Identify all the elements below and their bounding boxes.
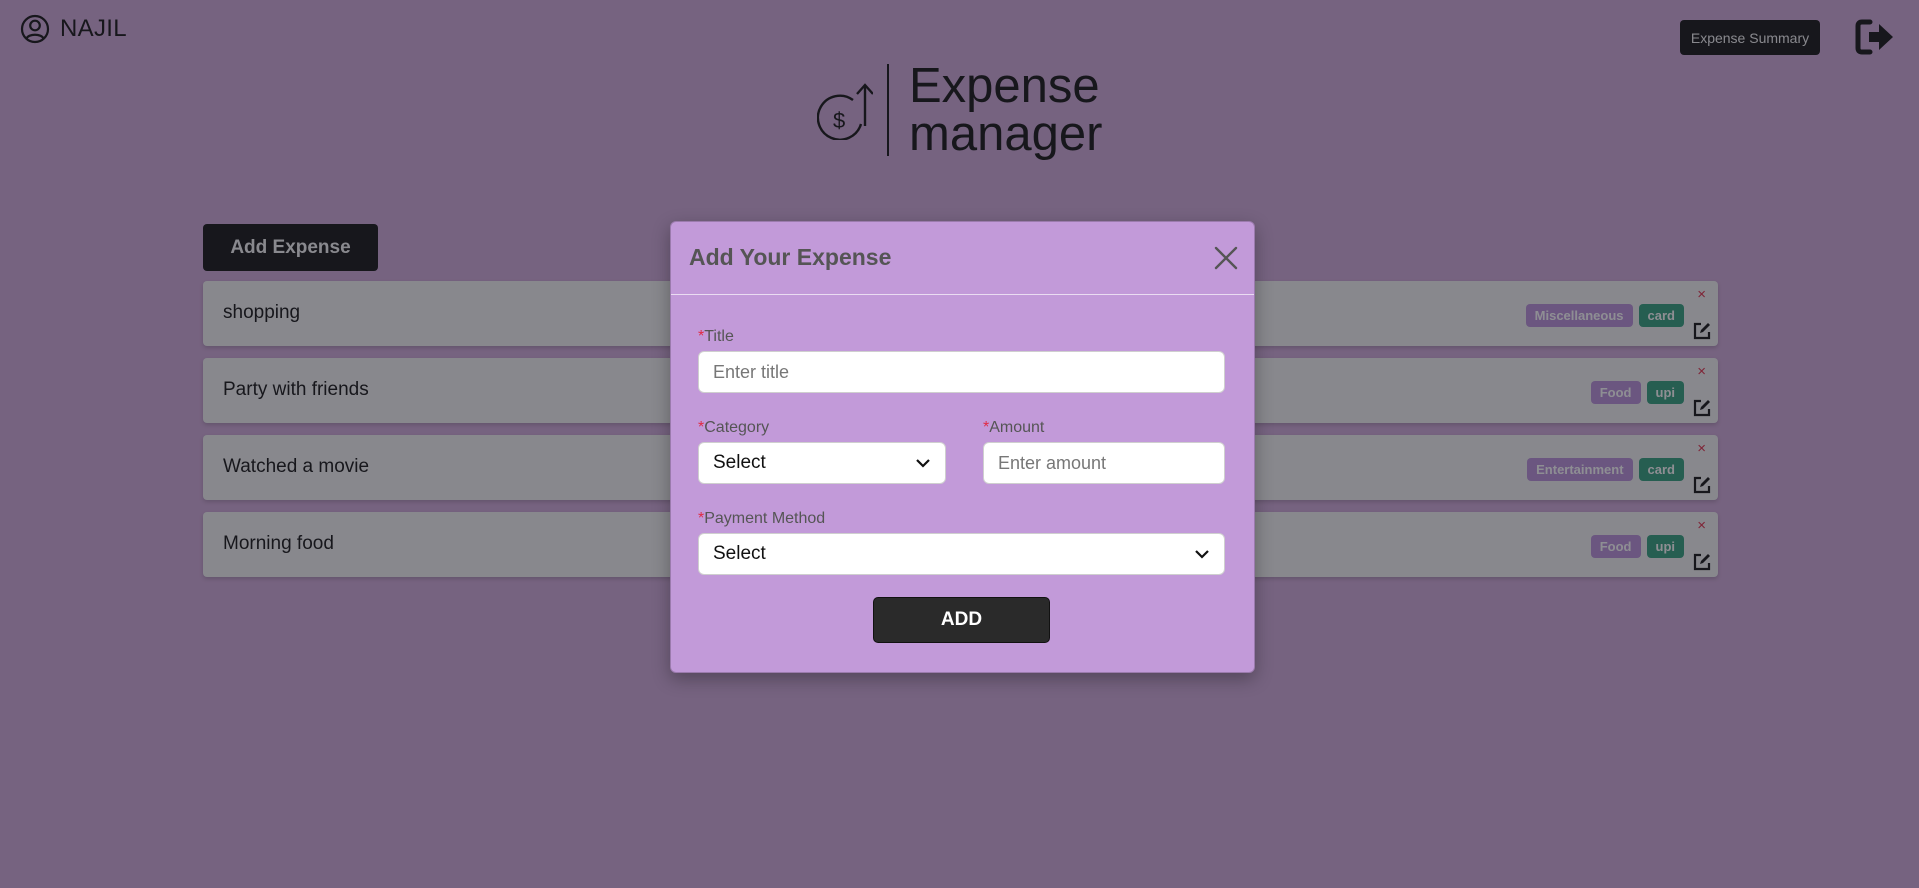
add-button[interactable]: ADD — [873, 597, 1050, 643]
category-select[interactable]: Select — [698, 442, 946, 484]
chevron-down-icon — [915, 458, 931, 468]
amount-label: *Amount — [983, 419, 1044, 437]
payment-method-label-text: Payment Method — [704, 510, 826, 527]
title-label-text: Title — [704, 328, 734, 345]
add-expense-modal: Add Your Expense *Title *Category Select… — [670, 221, 1255, 673]
amount-label-text: Amount — [989, 419, 1045, 436]
amount-input[interactable] — [983, 442, 1225, 484]
category-label: *Category — [698, 419, 769, 437]
payment-method-label: *Payment Method — [698, 510, 825, 528]
modal-header: Add Your Expense — [671, 222, 1254, 295]
close-icon[interactable] — [1212, 244, 1240, 272]
modal-title: Add Your Expense — [689, 244, 892, 270]
title-input[interactable] — [698, 351, 1225, 393]
category-select-value: Select — [713, 452, 766, 473]
category-label-text: Category — [704, 419, 770, 436]
payment-select-value: Select — [713, 543, 766, 564]
payment-method-select[interactable]: Select — [698, 533, 1225, 575]
chevron-down-icon — [1194, 549, 1210, 559]
title-label: *Title — [698, 328, 734, 346]
